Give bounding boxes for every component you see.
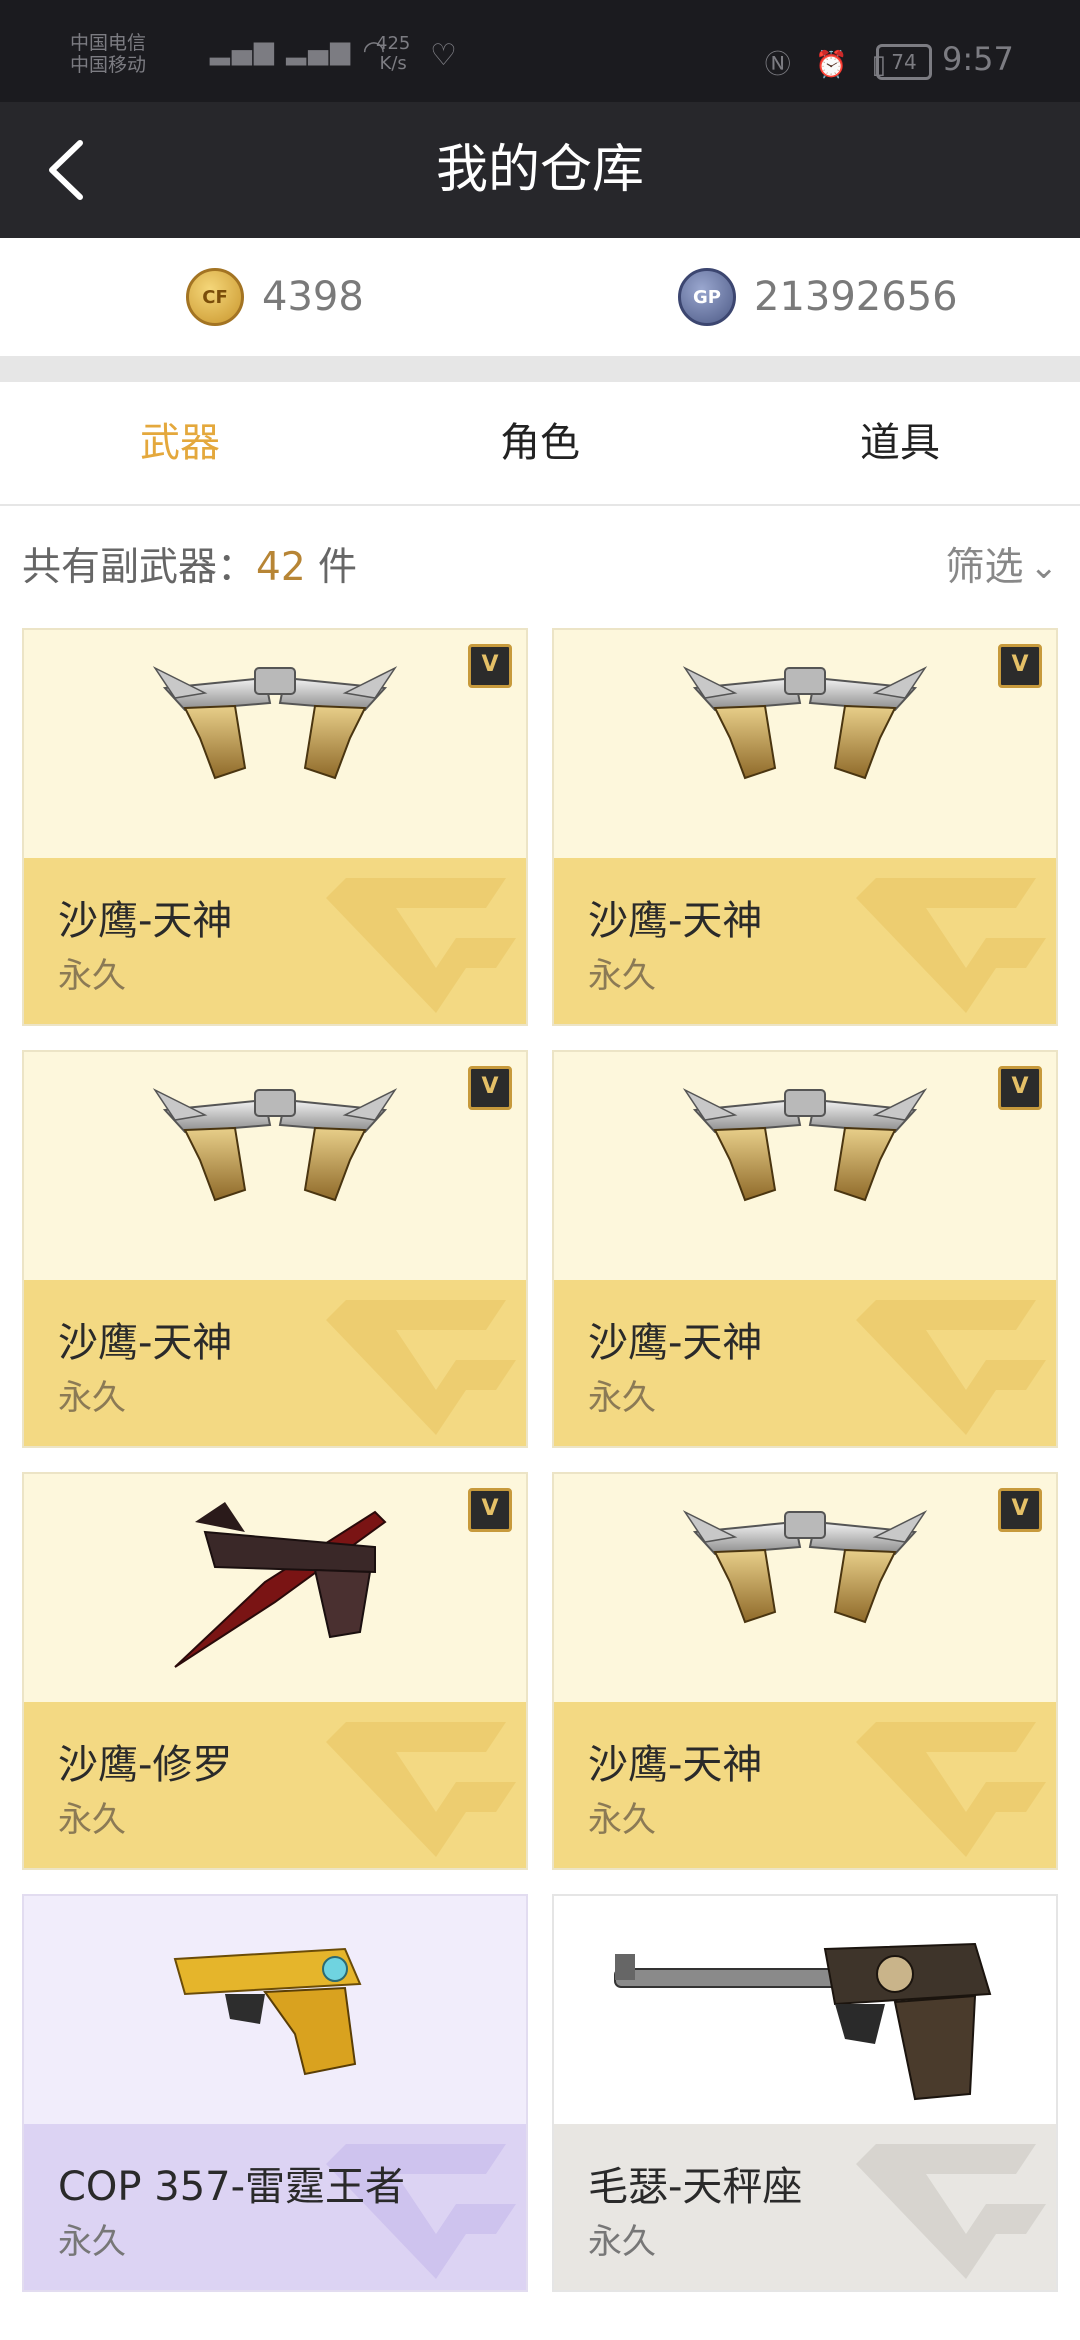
system-icons: Ⓝ ⏰ ▯ [764, 50, 894, 80]
count-suffix: 件 [305, 545, 358, 590]
weapon-name: 沙鹰-天神 [588, 1320, 763, 1366]
weapon-card[interactable]: 毛瑟-天秤座永久 [552, 1894, 1058, 2292]
cf-watermark-icon [856, 1300, 1046, 1435]
weapon-image-area [24, 1896, 526, 2124]
weapon-image-area [554, 1896, 1056, 2124]
divider [0, 356, 1080, 382]
desert-eagle-tianshen-icon [675, 1492, 935, 1686]
net-speed-unit: K/s [379, 53, 407, 74]
weapon-image-area: V [24, 1474, 526, 1702]
cf-points: CF 4398 [186, 268, 364, 326]
gp-points: GP 21392656 [678, 268, 958, 326]
weapon-image-area: V [24, 1052, 526, 1280]
cf-watermark-icon [856, 2144, 1046, 2279]
weapon-card[interactable]: V 沙鹰-修罗永久 [22, 1472, 528, 1870]
category-tabs: 武器 角色 道具 [0, 382, 1080, 506]
weapon-duration: 永久 [58, 956, 126, 996]
summary-row: 共有副武器：42 件 筛选 ⌄ [0, 506, 1080, 616]
filter-label: 筛选 [945, 545, 1024, 590]
chevron-down-icon: ⌄ [1029, 547, 1059, 587]
count-prefix: 共有副武器： [22, 545, 257, 590]
weapon-name: 沙鹰-修罗 [58, 1742, 233, 1788]
vip-badge-icon: V [468, 1066, 512, 1110]
filter-button[interactable]: 筛选 ⌄ [945, 536, 1058, 592]
weapon-count: 共有副武器：42 件 [22, 536, 357, 592]
weapon-info: 沙鹰-天神永久 [554, 1702, 1056, 1868]
weapon-info: 沙鹰-天神永久 [554, 858, 1056, 1024]
battery-icon: 74 [876, 44, 932, 80]
weapon-info: COP 357-雷霆王者永久 [24, 2124, 526, 2290]
weapon-name: 毛瑟-天秤座 [588, 2164, 803, 2210]
vip-badge-icon: V [468, 1488, 512, 1532]
desert-eagle-tianshen-icon [145, 1070, 405, 1264]
cf-watermark-icon [326, 1300, 516, 1435]
cf-watermark-icon [326, 878, 516, 1013]
health-icon: ♡ [430, 38, 457, 73]
weapon-image-area: V [554, 630, 1056, 858]
desert-eagle-tianshen-icon [675, 648, 935, 842]
count-number: 42 [256, 545, 306, 590]
cf-points-value: 4398 [262, 274, 364, 320]
desert-eagle-tianshen-icon [675, 1070, 935, 1264]
cop357-icon [145, 1914, 405, 2098]
weapon-card[interactable]: V 沙鹰-天神永久 [552, 628, 1058, 1026]
page-title: 我的仓库 [435, 140, 644, 200]
weapon-info: 毛瑟-天秤座永久 [554, 2124, 1056, 2290]
signal-icon: ▂▄▆ ▂▄▆ ◠ [210, 36, 388, 66]
tab-weapons[interactable]: 武器 [0, 382, 360, 504]
weapon-card[interactable]: COP 357-雷霆王者永久 [22, 1894, 528, 2292]
mauser-libra-icon [595, 1914, 1015, 2118]
cf-watermark-icon [856, 1722, 1046, 1857]
cf-watermark-icon [856, 878, 1046, 1013]
weapon-card[interactable]: V 沙鹰-天神永久 [552, 1472, 1058, 1870]
weapon-info: 沙鹰-天神永久 [24, 858, 526, 1024]
weapon-name: 沙鹰-天神 [58, 898, 233, 944]
gp-points-value: 21392656 [754, 274, 958, 320]
carrier-1: 中国电信 [70, 32, 147, 54]
weapon-image-area: V [24, 630, 526, 858]
weapon-name: 沙鹰-天神 [588, 1742, 763, 1788]
weapon-card[interactable]: V 沙鹰-天神永久 [22, 1050, 528, 1448]
weapon-duration: 永久 [588, 1800, 656, 1840]
net-speed: 425 K/s [376, 34, 410, 74]
net-speed-value: 425 [376, 33, 411, 54]
vip-badge-icon: V [468, 644, 512, 688]
status-bar: 中国电信 中国移动 ▂▄▆ ▂▄▆ ◠ 425 K/s ♡ Ⓝ ⏰ ▯ 74 9… [0, 0, 1080, 102]
vip-badge-icon: V [998, 1066, 1042, 1110]
clock: 9:57 [942, 40, 1014, 78]
weapon-duration: 永久 [588, 1378, 656, 1418]
tab-characters[interactable]: 角色 [360, 382, 720, 504]
weapon-image-area: V [554, 1474, 1056, 1702]
weapon-duration: 永久 [588, 956, 656, 996]
carrier-info: 中国电信 中国移动 [70, 32, 146, 76]
weapon-card[interactable]: V 沙鹰-天神永久 [22, 628, 528, 1026]
desert-eagle-xiuluo-icon [145, 1492, 405, 1686]
battery-level: 74 [891, 50, 917, 74]
weapon-duration: 永久 [588, 2222, 656, 2262]
gp-coin-icon: GP [678, 268, 736, 326]
vip-badge-icon: V [998, 1488, 1042, 1532]
weapon-name: COP 357-雷霆王者 [58, 2164, 406, 2210]
desert-eagle-tianshen-icon [145, 648, 405, 842]
weapon-duration: 永久 [58, 2222, 126, 2262]
weapon-image-area: V [554, 1052, 1056, 1280]
weapon-duration: 永久 [58, 1378, 126, 1418]
app-header: 我的仓库 [0, 102, 1080, 238]
weapon-name: 沙鹰-天神 [58, 1320, 233, 1366]
cf-coin-icon: CF [186, 268, 244, 326]
weapon-name: 沙鹰-天神 [588, 898, 763, 944]
weapon-duration: 永久 [58, 1800, 126, 1840]
weapon-info: 沙鹰-天神永久 [554, 1280, 1056, 1446]
cf-watermark-icon [326, 1722, 516, 1857]
vip-badge-icon: V [998, 644, 1042, 688]
currency-bar: CF 4398 GP 21392656 [0, 238, 1080, 356]
carrier-2: 中国移动 [70, 54, 147, 76]
tab-items[interactable]: 道具 [720, 382, 1080, 504]
weapon-info: 沙鹰-天神永久 [24, 1280, 526, 1446]
weapon-card[interactable]: V 沙鹰-天神永久 [552, 1050, 1058, 1448]
weapon-info: 沙鹰-修罗永久 [24, 1702, 526, 1868]
